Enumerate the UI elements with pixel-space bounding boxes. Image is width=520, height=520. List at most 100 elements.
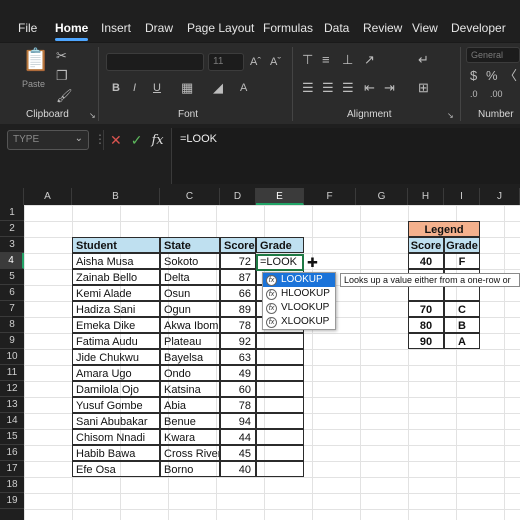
table-cell[interactable]: Delta — [160, 269, 220, 285]
column-header[interactable]: C — [160, 188, 220, 205]
grade-cell[interactable] — [256, 381, 304, 397]
legend-cell[interactable]: 80 — [408, 317, 444, 333]
alignment-launcher-icon[interactable]: ↘ — [447, 109, 454, 123]
grade-cell[interactable] — [256, 333, 304, 349]
legend-header-cell[interactable]: Score — [408, 237, 444, 253]
column-header[interactable]: H — [408, 188, 444, 205]
table-cell[interactable]: 60 — [220, 381, 256, 397]
table-cell[interactable]: 49 — [220, 365, 256, 381]
table-cell[interactable]: Sani Abubakar — [72, 413, 160, 429]
legend-title[interactable]: Legend — [408, 221, 480, 237]
table-cell[interactable]: 92 — [220, 333, 256, 349]
grow-font-icon[interactable]: Aˆ — [250, 55, 261, 69]
cut-icon[interactable]: ✂ — [56, 49, 67, 63]
table-cell[interactable]: 78 — [220, 397, 256, 413]
font-name-select[interactable] — [106, 53, 204, 71]
table-cell[interactable]: Efe Osa — [72, 461, 160, 477]
shrink-font-icon[interactable]: Aˇ — [270, 55, 281, 69]
table-cell[interactable]: Emeka Dike — [72, 317, 160, 333]
table-cell[interactable]: Borno — [160, 461, 220, 477]
table-header-cell[interactable]: Grade — [256, 237, 304, 253]
table-cell[interactable]: Osun — [160, 285, 220, 301]
table-header-cell[interactable]: Score — [220, 237, 256, 253]
column-header[interactable]: I — [444, 188, 480, 205]
font-size-select[interactable]: 11 — [208, 53, 244, 71]
legend-cell[interactable]: B — [444, 317, 480, 333]
increase-indent-icon[interactable]: ⇥ — [384, 81, 395, 95]
table-cell[interactable]: 40 — [220, 461, 256, 477]
align-center-icon[interactable]: ☰ — [322, 81, 334, 95]
decrease-indent-icon[interactable]: ⇤ — [364, 81, 375, 95]
grade-cell[interactable] — [256, 349, 304, 365]
tab-data[interactable]: Data — [324, 21, 349, 35]
name-box[interactable]: TYPE ⌄ — [7, 130, 89, 150]
table-cell[interactable]: 72 — [220, 253, 256, 269]
orientation-icon[interactable]: ↗ — [364, 53, 375, 67]
table-header-cell[interactable]: State — [160, 237, 220, 253]
autocomplete-item-xlookup[interactable]: fx XLOOKUP — [263, 315, 335, 329]
autocomplete-item-hlookup[interactable]: fx HLOOKUP — [263, 287, 335, 301]
table-cell[interactable]: Jide Chukwu — [72, 349, 160, 365]
align-top-icon[interactable]: ⊤ — [302, 53, 313, 67]
table-cell[interactable]: Chisom Nnadi — [72, 429, 160, 445]
column-header[interactable]: J — [480, 188, 520, 205]
table-cell[interactable]: 78 — [220, 317, 256, 333]
table-cell[interactable]: Hadiza Sani — [72, 301, 160, 317]
row-header[interactable]: 5 — [0, 269, 24, 285]
tab-view[interactable]: View — [412, 21, 438, 35]
column-header[interactable]: B — [72, 188, 160, 205]
row-header[interactable]: 14 — [0, 413, 24, 429]
cancel-icon[interactable]: ✕ — [110, 132, 122, 149]
row-header[interactable]: 13 — [0, 397, 24, 413]
tab-insert[interactable]: Insert — [101, 21, 131, 35]
table-cell[interactable]: 66 — [220, 285, 256, 301]
table-cell[interactable]: Kemi Alade — [72, 285, 160, 301]
legend-cell[interactable]: 70 — [408, 301, 444, 317]
table-cell[interactable]: 87 — [220, 269, 256, 285]
active-cell-e4[interactable]: =LOOK — [256, 254, 304, 271]
row-header[interactable]: 17 — [0, 461, 24, 477]
row-header[interactable]: 15 — [0, 429, 24, 445]
row-header[interactable]: 2 — [0, 221, 24, 237]
legend-cell[interactable] — [408, 285, 444, 301]
row-header[interactable]: 12 — [0, 381, 24, 397]
table-cell[interactable]: 44 — [220, 429, 256, 445]
row-header[interactable]: 9 — [0, 333, 24, 349]
table-cell[interactable]: Fatima Audu — [72, 333, 160, 349]
table-cell[interactable]: Damilola Ojo — [72, 381, 160, 397]
percent-icon[interactable]: % — [486, 69, 498, 83]
tab-formulas[interactable]: Formulas — [263, 21, 313, 35]
table-cell[interactable]: Amara Ugo — [72, 365, 160, 381]
table-cell[interactable]: 45 — [220, 445, 256, 461]
copy-icon[interactable]: ❐ — [56, 69, 68, 83]
grade-cell[interactable] — [256, 413, 304, 429]
merge-center-icon[interactable]: ⊞ — [418, 81, 429, 95]
comma-style-icon[interactable]: 〈 — [504, 69, 517, 83]
column-header[interactable]: G — [356, 188, 408, 205]
table-cell[interactable]: Ogun — [160, 301, 220, 317]
wrap-text-icon[interactable]: ↵ — [418, 53, 429, 67]
table-cell[interactable]: Sokoto — [160, 253, 220, 269]
column-header[interactable]: E — [256, 188, 304, 205]
underline-button[interactable]: U — [153, 81, 161, 95]
align-bottom-icon[interactable]: ⊥ — [342, 53, 353, 67]
row-header[interactable]: 7 — [0, 301, 24, 317]
borders-icon[interactable]: ▦ — [181, 81, 193, 95]
autocomplete-item-vlookup[interactable]: fx VLOOKUP — [263, 301, 335, 315]
table-cell[interactable]: Plateau — [160, 333, 220, 349]
italic-button[interactable]: I — [133, 81, 136, 95]
table-cell[interactable]: Kwara — [160, 429, 220, 445]
legend-cell[interactable] — [444, 285, 480, 301]
grade-cell[interactable] — [256, 365, 304, 381]
row-header[interactable]: 10 — [0, 349, 24, 365]
bold-button[interactable]: B — [112, 81, 120, 95]
row-header[interactable]: 19 — [0, 493, 24, 509]
legend-header-cell[interactable]: Grade — [444, 237, 480, 253]
row-header[interactable]: 11 — [0, 365, 24, 381]
tab-page-layout[interactable]: Page Layout — [187, 21, 254, 35]
table-cell[interactable]: 89 — [220, 301, 256, 317]
number-format-select[interactable]: General — [466, 47, 520, 63]
legend-cell[interactable]: C — [444, 301, 480, 317]
grade-cell[interactable] — [256, 461, 304, 477]
autocomplete-item-lookup[interactable]: fx LOOKUP — [263, 273, 335, 287]
